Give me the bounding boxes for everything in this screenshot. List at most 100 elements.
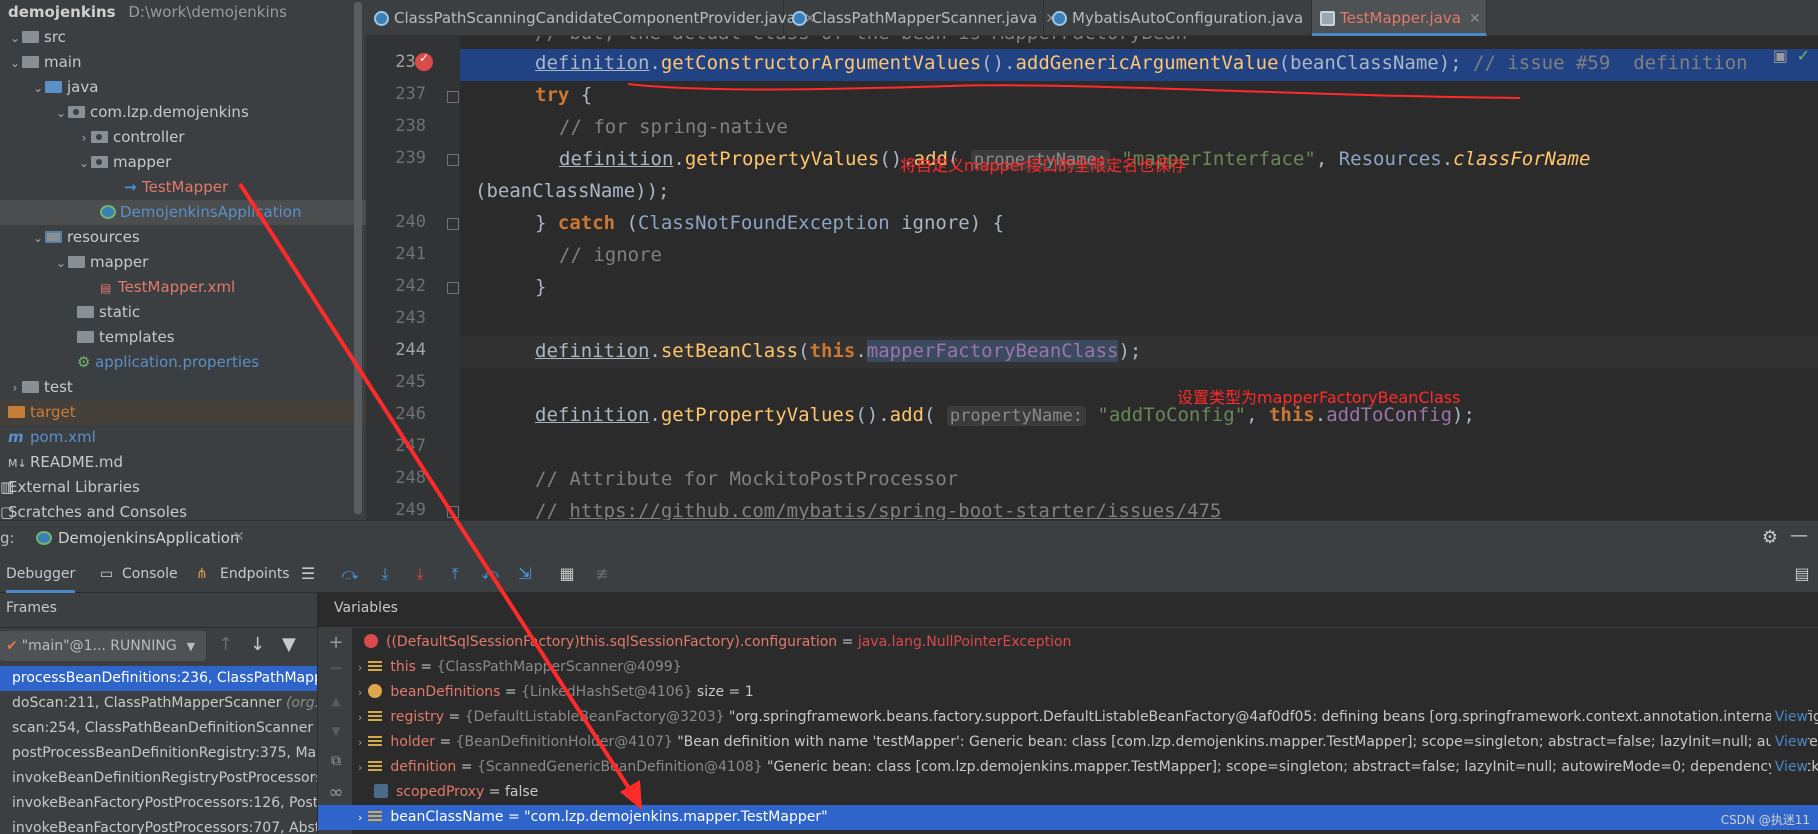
expand-icon[interactable]: › — [358, 711, 362, 724]
show-execution-point-icon[interactable]: ⤼ — [340, 564, 360, 584]
variables-panel: Variables + − ▲ ▼ ⧉ ∞ ((DefaultSqlSessio… — [318, 593, 1818, 834]
tree-item-test[interactable]: › test — [0, 375, 366, 400]
frame-row[interactable]: invokeBeanFactoryPostProcessors:707, Abs… — [0, 816, 317, 834]
step-over-icon[interactable]: ⤓ — [375, 564, 395, 584]
fold-icon[interactable] — [447, 154, 459, 166]
watches-glasses-icon[interactable]: ∞ — [326, 783, 346, 803]
tree-item-res-mapper[interactable]: ⌄ mapper — [0, 250, 366, 275]
fold-icon[interactable] — [447, 282, 459, 294]
minimize-icon[interactable]: — — [1790, 525, 1808, 546]
variable-row-definition[interactable]: › definition = {ScannedGenericBeanDefinit… — [358, 755, 1818, 780]
fold-icon[interactable] — [447, 506, 459, 518]
view-link[interactable]: View — [1770, 755, 1808, 780]
tree-item-readme[interactable]: M↓ README.md — [0, 450, 366, 475]
step-out-icon[interactable]: ⤒ — [445, 564, 465, 584]
frame-down-icon[interactable]: ↓ — [250, 634, 265, 655]
chevron-down-icon[interactable]: ⌄ — [8, 51, 22, 76]
close-icon[interactable]: ✕ — [233, 529, 245, 545]
expand-icon[interactable]: › — [358, 686, 362, 699]
tree-item-testmapper[interactable]: ⇝ TestMapper — [0, 175, 366, 200]
chevron-right-icon[interactable]: › — [8, 376, 22, 401]
tree-item-resources[interactable]: ⌄ resources — [0, 225, 366, 250]
tab-classpathscanning[interactable]: ClassPathScanningCandidateComponentProvi… — [366, 0, 816, 36]
tree-item-package[interactable]: ⌄ com.lzp.demojenkins — [0, 100, 366, 125]
variable-row-beandefinitions[interactable]: › beanDefinitions = {LinkedHashSet@4106} … — [358, 680, 1818, 705]
fold-icon[interactable] — [447, 91, 459, 103]
variable-row-beanclassname[interactable]: › beanClassName = "com.lzp.demojenkins.ma… — [318, 805, 1818, 830]
expand-icon[interactable]: › — [358, 736, 362, 749]
tree-item-application-properties[interactable]: ⚙ application.properties — [0, 350, 366, 375]
layout-icon[interactable]: ▤ — [1792, 564, 1812, 584]
tree-item-target[interactable]: target — [0, 400, 366, 425]
chevron-down-icon[interactable]: ⌄ — [54, 101, 68, 126]
trace-icon[interactable]: ≢ — [592, 564, 612, 584]
frame-row[interactable]: invokeBeanDefinitionRegistryPostProcesso… — [0, 766, 317, 791]
variable-row-scopedproxy[interactable]: scopedProxy = false — [358, 780, 1818, 805]
variable-row-registry[interactable]: › registry = {DefaultListableBeanFactory@… — [358, 705, 1818, 730]
expand-icon[interactable]: › — [358, 811, 362, 824]
chevron-down-icon[interactable]: ⌄ — [31, 226, 45, 251]
view-link[interactable]: View — [1770, 730, 1808, 755]
tree-item-java[interactable]: ⌄ java — [0, 75, 366, 100]
run-to-cursor-icon[interactable]: ⇲ — [515, 564, 535, 584]
tree-item-main[interactable]: ⌄ main — [0, 50, 366, 75]
remove-watch-icon[interactable]: − — [326, 659, 346, 679]
tree-item-src[interactable]: ⌄ src — [0, 25, 366, 50]
tab-testmapper[interactable]: TestMapper.java ✕ — [1312, 0, 1487, 36]
tab-console[interactable]: Console — [122, 555, 178, 593]
tab-label: TestMapper.java — [1340, 9, 1461, 27]
code-editor[interactable]: // but, the actual class of the bean is … — [460, 36, 1818, 520]
chevron-down-icon[interactable]: ⌄ — [77, 151, 91, 176]
expand-icon[interactable]: › — [358, 661, 362, 674]
reader-mode-icon[interactable]: ▣ — [1773, 46, 1788, 65]
evaluate-expression-icon[interactable]: ▦ — [557, 564, 577, 584]
variable-row-holder[interactable]: › holder = {BeanDefinitionHolder@4107} "B… — [358, 730, 1818, 755]
frame-row[interactable]: processBeanDefinitions:236, ClassPathMap… — [0, 666, 317, 691]
tree-item-testmapper-xml[interactable]: ▤ TestMapper.xml — [0, 275, 366, 300]
variable-row-error[interactable]: ((DefaultSqlSessionFactory)this.sqlSessi… — [358, 630, 1818, 655]
frame-up-icon[interactable]: ↑ — [218, 634, 233, 655]
project-scrollbar[interactable] — [354, 2, 362, 514]
add-watch-icon[interactable]: + — [326, 633, 346, 653]
chevron-right-icon[interactable]: › — [77, 126, 91, 151]
chevron-down-icon[interactable]: ⌄ — [31, 76, 45, 101]
tree-item-mapper[interactable]: ⌄ mapper — [0, 150, 366, 175]
chevron-down-icon[interactable]: ⌄ — [54, 251, 68, 276]
frame-row[interactable]: doScan:211, ClassPathMapperScanner (org.… — [0, 691, 317, 716]
tree-item-static[interactable]: static — [0, 300, 366, 325]
tab-debugger[interactable]: Debugger — [6, 555, 76, 593]
run-config-tab[interactable]: DemojenkinsApplication — [58, 529, 239, 547]
chevron-down-icon[interactable]: ⌄ — [8, 26, 22, 51]
tab-mybatisautoconfiguration[interactable]: MybatisAutoConfiguration.java✕ — [1044, 0, 1323, 36]
gear-icon[interactable]: ⚙ — [1762, 527, 1778, 548]
step-into-icon[interactable]: ⤓ — [410, 564, 430, 584]
copy-icon[interactable]: ⧉ — [326, 751, 346, 771]
filter-icon[interactable]: ▼ — [282, 634, 296, 655]
frame-row[interactable]: invokeBeanFactoryPostProcessors:126, Pos… — [0, 791, 317, 816]
fold-icon[interactable] — [447, 218, 459, 230]
expand-icon[interactable]: › — [358, 761, 362, 774]
var-value: "Bean definition with name 'testMapper':… — [672, 734, 1818, 750]
tree-item-controller[interactable]: › controller — [0, 125, 366, 150]
tree-item-demojenkinsapplication[interactable]: DemojenkinsApplication — [0, 200, 366, 225]
folder-icon — [22, 31, 39, 43]
tree-item-external-libraries[interactable]: ▥External Libraries — [0, 475, 366, 500]
variable-row-this[interactable]: › this = {ClassPathMapperScanner@4099} — [358, 655, 1818, 680]
close-icon[interactable]: ✕ — [1469, 11, 1481, 27]
thread-selector[interactable]: ✔ "main"@1... RUNNING ▼ — [0, 631, 206, 661]
drop-frame-icon[interactable]: ⤺ — [480, 564, 500, 584]
tree-item-pom[interactable]: m pom.xml — [0, 425, 366, 450]
frame-row[interactable]: scan:254, ClassPathBeanDefinitionScanner… — [0, 716, 317, 741]
menu-icon[interactable]: ☰ — [298, 564, 318, 584]
frame-row[interactable]: postProcessBeanDefinitionRegistry:375, M… — [0, 741, 317, 766]
tab-classpathmapperscanner[interactable]: ClassPathMapperScanner.java✕ — [784, 0, 1057, 36]
move-up-icon[interactable]: ▲ — [326, 691, 346, 711]
folder-icon — [68, 256, 85, 268]
tree-item-scratches[interactable]: ▢Scratches and Consoles — [0, 500, 366, 520]
view-link[interactable]: View — [1770, 705, 1808, 730]
move-down-icon[interactable]: ▼ — [326, 721, 346, 741]
project-root[interactable]: demojenkins D:\work\demojenkins — [0, 0, 366, 25]
inspection-ok-icon[interactable]: ✓ — [1797, 46, 1810, 65]
tab-endpoints[interactable]: Endpoints — [220, 555, 290, 593]
tree-item-templates[interactable]: templates — [0, 325, 366, 350]
